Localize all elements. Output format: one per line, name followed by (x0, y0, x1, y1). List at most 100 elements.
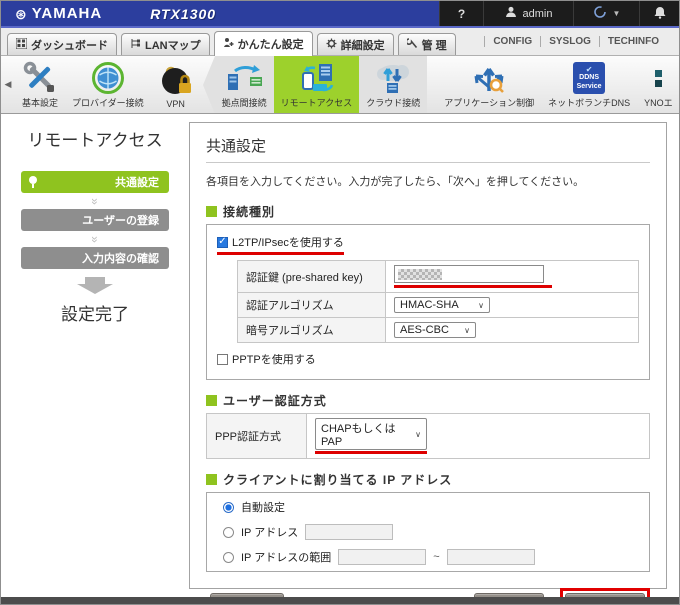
ip-address-input[interactable] (305, 524, 394, 540)
refresh-dropdown[interactable]: ▼ (573, 1, 639, 26)
ddns-badge-line2: Service (576, 82, 602, 90)
nav-item-basic-settings[interactable]: 基本設定 (15, 56, 65, 113)
connection-type-box: ✓ L2TP/IPsecを使用する 認証鍵 (pre-shared key) 認… (206, 224, 650, 380)
radio-label: IP アドレス (241, 527, 299, 539)
option-auto: 自動設定 (223, 499, 645, 515)
tab-easy-setup[interactable]: かんたん設定 (213, 31, 313, 56)
ppp-auth-label: PPP認証方式 (206, 413, 307, 459)
page-title: 共通設定 (206, 135, 650, 163)
instruction-text: 各項目を入力してください。入力が完了したら、「次へ」を押してください。 (206, 176, 585, 188)
section-user-auth-header: ユーザー認証方式 (206, 392, 650, 409)
header-bar: ⊛ YAMAHA RTX1300 ? admin ▼ (1, 1, 679, 28)
user-menu[interactable]: admin (483, 1, 573, 26)
annotation-underline-psk (394, 285, 552, 288)
green-square-icon (206, 395, 217, 406)
radio-label: IP アドレスの範囲 (241, 552, 332, 564)
wizard-title: リモートアクセス (27, 131, 163, 150)
section-title: ユーザー認証方式 (223, 394, 327, 408)
username: admin (522, 7, 553, 20)
auth-algorithm-select[interactable]: HMAC-SHA ∨ (394, 297, 490, 313)
tab-label: 管 理 (421, 39, 447, 52)
chevron-down-icon: ∨ (464, 325, 470, 335)
nav-item-yno[interactable]: YNOエ (637, 56, 679, 113)
ip-range-end-input[interactable] (446, 549, 535, 565)
chevron-down-icon: » (88, 198, 102, 204)
notification-button[interactable] (639, 1, 679, 26)
lock-keys-icon (158, 63, 194, 99)
bell-icon (654, 6, 666, 22)
nav-item-application-control[interactable]: アプリケーション制御 (437, 56, 541, 113)
green-square-icon (206, 474, 217, 485)
l2tp-checkbox[interactable]: ✓ (217, 236, 228, 248)
model-name: RTX1300 (150, 5, 217, 22)
nav-label: ネットボランチDNS (548, 98, 631, 108)
ip-address-radio[interactable] (223, 526, 234, 538)
section-title: クライアントに割り当てる IP アドレス (223, 473, 453, 487)
ddns-badge-line1: DDNS (579, 74, 599, 82)
l2tp-checkbox-label: L2TP/IPsecを使用する (232, 237, 344, 249)
nav-label: VPN (166, 99, 185, 109)
link-config[interactable]: CONFIG (484, 36, 540, 47)
chevron-down-icon: ∨ (415, 429, 421, 439)
tools-icon (22, 60, 58, 96)
step-common-settings: 共通設定 (21, 171, 169, 193)
setup-complete-label: 設定完了 (61, 305, 129, 324)
green-square-icon (206, 206, 217, 217)
user-icon (505, 6, 517, 21)
tilde-separator: ~ (433, 551, 440, 563)
cipher-algorithm-select[interactable]: AES-CBC ∨ (394, 322, 476, 338)
option-ip-address: IP アドレス (223, 524, 645, 540)
tab-label: 詳細設定 (340, 39, 385, 52)
chevron-down-icon: ▼ (612, 9, 621, 18)
cipher-algorithm-label: 暗号アルゴリズム (237, 317, 386, 343)
auth-algorithm-label: 認証アルゴリズム (237, 292, 386, 318)
header-right-panel: ? admin ▼ (439, 1, 679, 26)
person-plus-icon (223, 37, 234, 51)
nav-item-site-to-site[interactable]: 拠点間接続 (215, 56, 274, 113)
pptp-checkbox[interactable] (217, 353, 228, 365)
nav-item-remote-access[interactable]: リモートアクセス (273, 56, 360, 113)
nav-item-cloud-connection[interactable]: クラウド接続 (359, 56, 427, 113)
help-button[interactable]: ? (439, 1, 483, 26)
gear-icon (326, 38, 337, 52)
ppp-auth-select[interactable]: CHAPもしくはPAP ∨ (315, 418, 427, 450)
tab-management[interactable]: 管 理 (397, 33, 456, 55)
vpn-subgroup: 拠点間接続 リモートアクセス クラウド接続 (202, 56, 428, 113)
preshared-key-label: 認証鍵 (pre-shared key) (237, 260, 386, 293)
link-techinfo[interactable]: TECHINFO (598, 36, 667, 47)
option-ip-range: IP アドレスの範囲 ~ (223, 549, 645, 565)
l2tp-settings-table: 認証鍵 (pre-shared key) 認証アルゴリズム HMAC-SHA ∨ (237, 260, 639, 343)
nav-label: 拠点間接続 (221, 98, 267, 108)
nav-item-provider-connection[interactable]: プロバイダー接続 (65, 56, 151, 113)
router-web-ui: ⊛ YAMAHA RTX1300 ? admin ▼ ダッシュボード LANマッ… (0, 0, 680, 605)
section-connection-type-header: 接続種別 (206, 203, 650, 220)
tab-label: かんたん設定 (237, 39, 304, 51)
preshared-key-input[interactable] (394, 265, 544, 283)
nav-item-netvolante-dns[interactable]: ✔ DDNS Service ネットボランチDNS (541, 56, 637, 113)
radio-label: 自動設定 (241, 502, 285, 514)
tab-advanced-settings[interactable]: 詳細設定 (316, 33, 394, 55)
masked-value (398, 269, 442, 280)
ip-range-start-input[interactable] (338, 549, 427, 565)
step-user-registration: ユーザーの登録 (21, 209, 169, 231)
nav-label: アプリケーション制御 (444, 98, 535, 108)
table-row: 暗号アルゴリズム AES-CBC ∨ (237, 317, 639, 343)
tuning-fork-icon: ⊛ (15, 5, 28, 22)
ip-range-radio[interactable] (223, 551, 234, 563)
tab-lan-map[interactable]: LANマップ (121, 33, 210, 55)
tab-dashboard[interactable]: ダッシュボード (7, 33, 117, 55)
client-ip-box: 自動設定 IP アドレス IP アドレスの範囲 ~ (206, 492, 650, 572)
auto-radio[interactable] (223, 501, 234, 513)
selected-value: CHAPもしくはPAP (321, 423, 396, 448)
table-row: PPP認証方式 CHAPもしくはPAP ∨ (206, 413, 650, 459)
content-panel: 共通設定 各項目を入力してください。入力が完了したら、「次へ」を押してください。… (189, 122, 667, 604)
nav-scroll-left[interactable]: ◀ (1, 56, 15, 113)
step-confirm-input: 入力内容の確認 (21, 247, 169, 269)
link-syslog[interactable]: SYSLOG (540, 36, 599, 47)
wizard-steps: 共通設定 » ユーザーの登録 » 入力内容の確認 (21, 171, 169, 269)
refresh-icon (593, 5, 607, 22)
cloud-icon (373, 60, 413, 96)
nav-item-vpn[interactable]: VPN (151, 56, 201, 113)
nav-label: YNOエ (644, 98, 673, 108)
site-to-site-icon (223, 60, 265, 96)
